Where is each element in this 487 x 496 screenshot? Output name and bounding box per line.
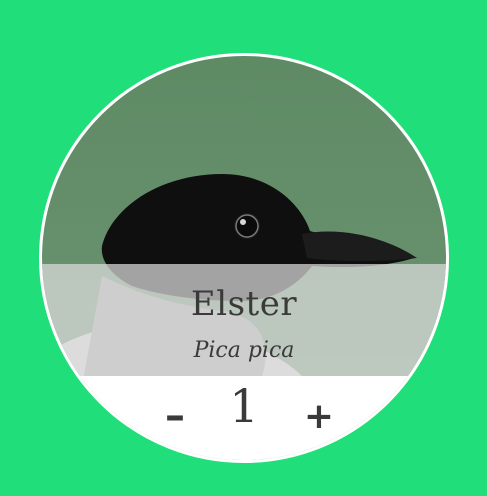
bird-name: Elster <box>190 284 298 324</box>
bird-latin-name: Pica pica <box>193 338 295 363</box>
increment-button[interactable]: + <box>299 396 339 437</box>
count-value: 1 <box>229 379 259 433</box>
bird-card: Elster Pica pica – 1 + <box>39 53 449 463</box>
